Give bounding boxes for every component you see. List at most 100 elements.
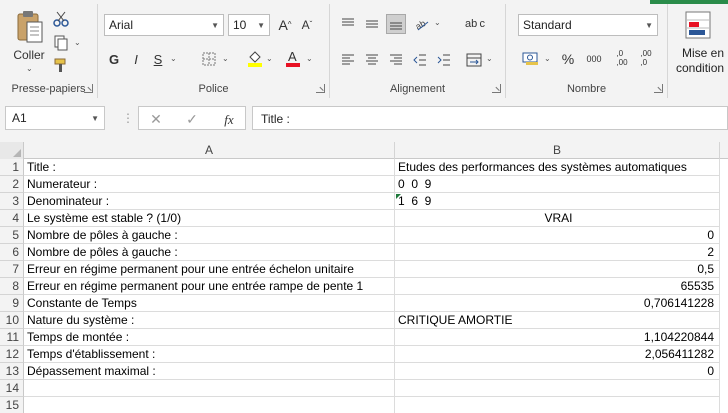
number-launcher-icon[interactable]	[654, 84, 663, 93]
number-format-select[interactable]: Standard ▼	[518, 14, 658, 36]
row-header[interactable]: 15	[0, 397, 24, 413]
row-header[interactable]: 13	[0, 363, 24, 380]
borders-dropdown-icon[interactable]: ⌄	[222, 54, 229, 63]
cell-a[interactable]: Nombre de pôles à gauche :	[24, 227, 395, 244]
merge-dropdown-icon[interactable]: ⌄	[486, 54, 493, 63]
cell-b[interactable]: 0	[395, 227, 720, 244]
name-box[interactable]: A1 ▼	[5, 106, 105, 130]
clipboard-launcher-icon[interactable]	[84, 84, 93, 93]
cell-b[interactable]	[395, 397, 720, 413]
merge-center-icon[interactable]	[464, 50, 484, 70]
row-header[interactable]: 2	[0, 176, 24, 193]
percent-button[interactable]: %	[560, 50, 576, 68]
cell-a[interactable]: Constante de Temps	[24, 295, 395, 312]
column-header-a[interactable]: A	[24, 142, 395, 159]
row-header[interactable]: 6	[0, 244, 24, 261]
decrease-indent-icon[interactable]	[410, 50, 430, 70]
shrink-font-icon[interactable]: Aˇ	[298, 16, 316, 34]
conditional-formatting-icon[interactable]	[682, 8, 716, 44]
cancel-icon[interactable]: ✕	[147, 110, 165, 128]
row-header[interactable]: 11	[0, 329, 24, 346]
underline-dropdown-icon[interactable]: ⌄	[170, 54, 177, 63]
cell-b[interactable]	[395, 380, 720, 397]
font-color-dropdown-icon[interactable]: ⌄	[306, 54, 313, 63]
cell-a[interactable]	[24, 397, 395, 413]
cell-a[interactable]: Title :	[24, 159, 395, 176]
align-right-icon[interactable]	[386, 50, 406, 70]
error-indicator-icon[interactable]	[396, 194, 401, 199]
cell-a[interactable]: Nature du système :	[24, 312, 395, 329]
cell-a[interactable]: Temps de montée :	[24, 329, 395, 346]
fill-color-dropdown-icon[interactable]: ⌄	[266, 54, 273, 63]
cell-b[interactable]: 0,5	[395, 261, 720, 278]
insert-function-button[interactable]: fx	[219, 110, 239, 128]
align-top-icon[interactable]	[338, 14, 358, 34]
cut-icon[interactable]	[52, 10, 70, 28]
increase-indent-icon[interactable]	[434, 50, 454, 70]
cell-a[interactable]: Numerateur :	[24, 176, 395, 193]
font-launcher-icon[interactable]	[316, 84, 325, 93]
paste-button[interactable]: Coller	[8, 48, 50, 62]
cell-b[interactable]: 2,056411282	[395, 346, 720, 363]
cell-a[interactable]: Nombre de pôles à gauche :	[24, 244, 395, 261]
underline-button[interactable]: S	[150, 50, 166, 68]
increase-decimal-button[interactable]: ,0 ,00	[612, 46, 632, 70]
accounting-format-icon[interactable]	[520, 48, 542, 68]
font-name-select[interactable]: Arial ▼	[104, 14, 224, 36]
format-painter-icon[interactable]	[52, 56, 70, 74]
align-left-icon[interactable]	[338, 50, 358, 70]
borders-icon[interactable]	[200, 50, 218, 68]
cell-a[interactable]: Denominateur :	[24, 193, 395, 210]
orientation-dropdown-icon[interactable]: ⌄	[434, 18, 441, 27]
formula-input[interactable]: Title :	[252, 106, 728, 130]
cell-a[interactable]: Erreur en régime permanent pour une entr…	[24, 278, 395, 295]
orientation-icon[interactable]: ab	[412, 14, 432, 34]
cell-a[interactable]	[24, 380, 395, 397]
row-header[interactable]: 4	[0, 210, 24, 227]
align-center-icon[interactable]	[362, 50, 382, 70]
row-header[interactable]: 9	[0, 295, 24, 312]
alignment-launcher-icon[interactable]	[492, 84, 501, 93]
select-all-button[interactable]	[0, 142, 24, 159]
cell-a[interactable]: Erreur en régime permanent pour une entr…	[24, 261, 395, 278]
cell-b[interactable]: 65535	[395, 278, 720, 295]
row-header[interactable]: 14	[0, 380, 24, 397]
decrease-decimal-button[interactable]: ,00 ,0	[636, 46, 656, 70]
column-header-b[interactable]: B	[395, 142, 720, 159]
conditional-formatting-label-1[interactable]: Mise en	[682, 46, 724, 60]
grow-font-icon[interactable]: A ^	[276, 16, 294, 34]
cell-b[interactable]: VRAI	[395, 210, 720, 227]
font-size-select[interactable]: 10 ▼	[228, 14, 270, 36]
conditional-formatting-label-2[interactable]: condition	[676, 61, 724, 75]
cell-b[interactable]: 0,706141228	[395, 295, 720, 312]
formula-bar-grip-icon[interactable]: ⋮	[122, 110, 134, 126]
cell-a[interactable]: Le système est stable ? (1/0)	[24, 210, 395, 227]
italic-button[interactable]: I	[128, 50, 144, 68]
cell-b[interactable]: Etudes des performances des systèmes aut…	[395, 159, 720, 176]
paste-dropdown-icon[interactable]: ⌄	[26, 64, 33, 73]
font-color-icon[interactable]: A	[284, 48, 302, 68]
row-header[interactable]: 3	[0, 193, 24, 210]
row-header[interactable]: 7	[0, 261, 24, 278]
cell-b[interactable]: 1 6 9	[395, 193, 720, 210]
copy-dropdown-icon[interactable]: ⌄	[74, 38, 81, 47]
cell-b[interactable]: 0	[395, 363, 720, 380]
align-middle-icon[interactable]	[362, 14, 382, 34]
cell-b[interactable]: CRITIQUE AMORTIE	[395, 312, 720, 329]
cell-b[interactable]: 2	[395, 244, 720, 261]
cell-b[interactable]: 0 0 9	[395, 176, 720, 193]
row-header[interactable]: 8	[0, 278, 24, 295]
enter-icon[interactable]: ✓	[183, 110, 201, 128]
cell-a[interactable]: Dépassement maximal :	[24, 363, 395, 380]
wrap-text-icon[interactable]: ab c	[464, 12, 486, 36]
fill-color-icon[interactable]	[246, 48, 264, 68]
cell-b[interactable]: 1,104220844	[395, 329, 720, 346]
row-header[interactable]: 12	[0, 346, 24, 363]
bold-button[interactable]: G	[106, 50, 122, 68]
accounting-dropdown-icon[interactable]: ⌄	[544, 54, 551, 63]
row-header[interactable]: 1	[0, 159, 24, 176]
copy-icon[interactable]	[52, 34, 70, 52]
row-header[interactable]: 5	[0, 227, 24, 244]
align-bottom-icon[interactable]	[386, 14, 406, 34]
cell-a[interactable]: Temps d'établissement :	[24, 346, 395, 363]
